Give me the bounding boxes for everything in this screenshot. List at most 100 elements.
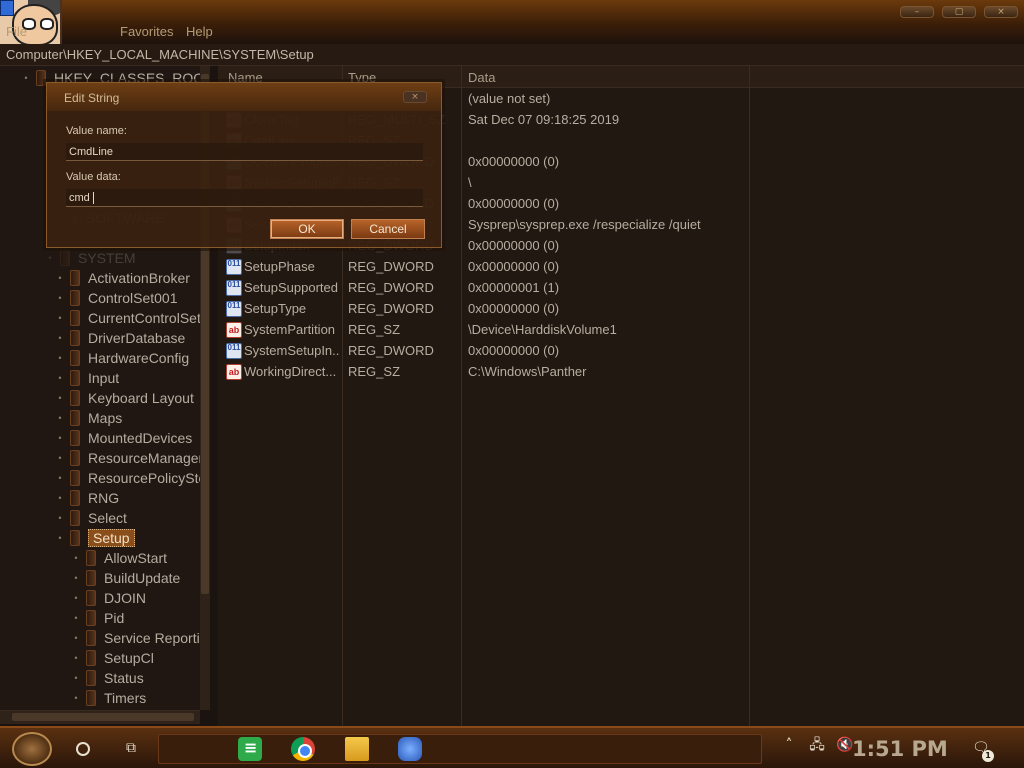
folder-icon [86,630,96,646]
dialog-title-bar[interactable]: Edit String × [47,83,441,111]
tree-item[interactable]: • SetupCl [70,648,154,668]
system-tray: ˄ 🖧 🔇 [780,736,854,754]
binary-value-icon: 011 [226,343,242,359]
expand-toggle[interactable]: • [54,373,66,383]
expand-toggle[interactable]: • [70,593,82,603]
expand-toggle[interactable]: • [70,613,82,623]
minimize-button[interactable]: – [900,6,934,18]
tree-item-label: Service Reporting API [104,630,210,646]
value-name-field[interactable]: CmdLine [66,143,423,161]
expand-toggle[interactable]: • [54,293,66,303]
menu-file[interactable]: File [6,22,27,41]
tree-horizontal-scrollbar[interactable] [0,710,200,724]
task-view-icon[interactable]: ⧉ [122,740,140,756]
value-row[interactable]: 011 SystemSetupIn... REG_DWORD 0x00000000 (… [218,341,778,362]
value-type: REG_SZ [348,322,401,337]
maximize-button[interactable]: ▢ [942,6,976,18]
value-type: REG_DWORD [348,259,434,274]
expand-toggle[interactable]: • [20,73,32,83]
expand-toggle[interactable]: • [54,393,66,403]
expand-toggle[interactable]: • [54,273,66,283]
tree-item[interactable]: • ActivationBroker [54,268,190,288]
start-button[interactable] [12,732,52,766]
tree-item[interactable]: • Status [70,668,144,688]
network-icon[interactable]: 🖧 [808,736,826,754]
menu-favorites[interactable]: Favorites [120,22,173,41]
expand-toggle[interactable]: • [70,653,82,663]
tree-item[interactable]: • Setup [54,528,135,548]
tree-item[interactable]: • Maps [54,408,122,428]
menu-help[interactable]: Help [186,22,213,41]
chrome-icon[interactable] [291,737,315,761]
sticky-notes-icon[interactable] [238,737,262,761]
tree-item[interactable]: • Keyboard Layout [54,388,194,408]
expand-toggle[interactable]: • [70,673,82,683]
cancel-button[interactable]: Cancel [351,219,425,239]
tree-item[interactable]: • Pid [70,608,124,628]
expand-toggle[interactable]: • [54,353,66,363]
value-data: 0x00000000 (0) [468,154,560,169]
address-bar[interactable]: Computer\HKEY_LOCAL_MACHINE\SYSTEM\Setup [0,44,1024,66]
tree-item[interactable]: • Service Reporting API [70,628,210,648]
expand-toggle[interactable]: • [54,313,66,323]
tree-item[interactable]: • AllowStart [70,548,167,568]
tree-item[interactable]: • MountedDevices [54,428,192,448]
expand-toggle[interactable]: • [44,253,56,263]
string-value-icon: ab [226,364,242,380]
value-data-field[interactable]: cmd [66,189,423,207]
value-row[interactable]: ab SystemPartition REG_SZ \Device\HarddiskV… [218,320,778,341]
value-row[interactable]: 011 SetupSupported REG_DWORD 0x00000001 (1) [218,278,778,299]
tree-item[interactable]: • DJOIN [70,588,146,608]
tree-item[interactable]: • BuildUpdate [70,568,180,588]
tree-item[interactable]: • RNG [54,488,119,508]
expand-toggle[interactable]: • [54,493,66,503]
value-type: REG_DWORD [348,343,434,358]
folder-icon [70,390,80,406]
ok-button[interactable]: OK [270,219,344,239]
file-explorer-icon[interactable] [345,737,369,761]
scrollbar-thumb[interactable] [12,713,194,721]
folder-icon [70,450,80,466]
tree-item[interactable]: • Input [54,368,119,388]
value-row[interactable]: 011 SetupType REG_DWORD 0x00000000 (0) [218,299,778,320]
expand-toggle[interactable]: • [54,473,66,483]
tree-item-label: DJOIN [104,590,146,606]
value-name: SetupSupported [244,280,338,295]
registry-editor-icon[interactable] [398,737,422,761]
chevron-up-icon[interactable]: ˄ [780,736,798,754]
close-button[interactable]: × [984,6,1018,18]
expand-toggle[interactable]: • [54,333,66,343]
expand-toggle[interactable]: • [70,693,82,703]
expand-toggle[interactable]: • [54,533,66,543]
value-data-label: Value data: [66,171,121,183]
tree-item[interactable]: • HardwareConfig [54,348,189,368]
folder-icon [86,590,96,606]
value-row[interactable]: 011 SetupPhase REG_DWORD 0x00000000 (0) [218,257,778,278]
tree-item[interactable]: • DriverDatabase [54,328,185,348]
folder-icon [60,250,70,266]
tree-item[interactable]: • Select [54,508,127,528]
folder-icon [86,650,96,666]
expand-toggle[interactable]: • [70,573,82,583]
expand-toggle[interactable]: • [70,633,82,643]
tree-item[interactable]: • ControlSet001 [54,288,178,308]
address-path[interactable]: Computer\HKEY_LOCAL_MACHINE\SYSTEM\Setup [6,47,314,62]
tree-item[interactable]: • SYSTEM [44,248,136,268]
value-row[interactable]: ab WorkingDirect... REG_SZ C:\Windows\Panth… [218,362,778,383]
column-data[interactable]: Data [468,70,495,85]
clock[interactable]: 1:51 PM [852,737,948,761]
search-icon[interactable] [76,742,90,756]
expand-toggle[interactable]: • [54,433,66,443]
dialog-close-button[interactable]: × [403,91,427,103]
expand-toggle[interactable]: • [54,513,66,523]
expand-toggle[interactable]: • [70,553,82,563]
folder-icon [86,670,96,686]
expand-toggle[interactable]: • [54,453,66,463]
tree-item[interactable]: • ResourceManager [54,448,203,468]
tree-item[interactable]: • CurrentControlSet [54,308,201,328]
tree-item[interactable]: • Timers [70,688,146,708]
folder-icon [70,370,80,386]
binary-value-icon: 011 [226,259,242,275]
expand-toggle[interactable]: • [54,413,66,423]
tree-item[interactable]: • ResourcePolicyStore [54,468,209,488]
